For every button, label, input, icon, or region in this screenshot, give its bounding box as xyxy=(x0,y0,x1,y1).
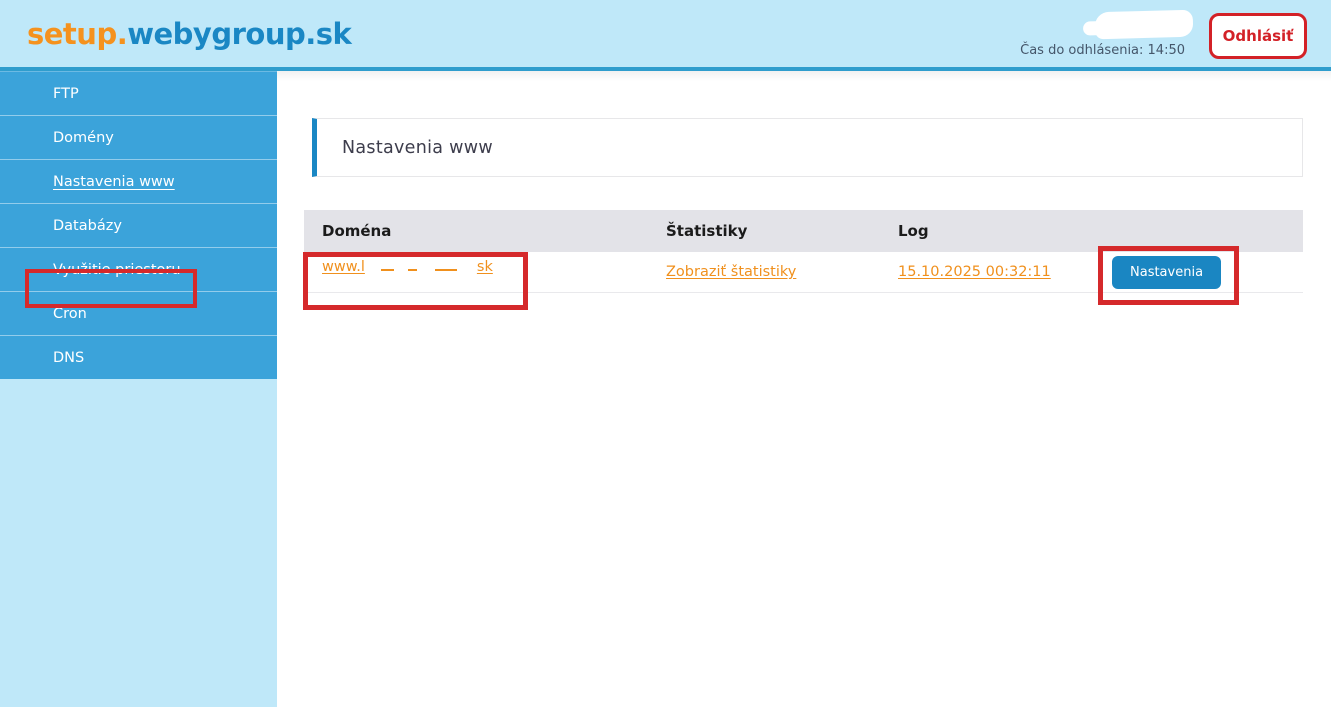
column-header-domain: Doména xyxy=(304,222,648,240)
domains-table: Doména Štatistiky Log www.l sk Zobraziť š… xyxy=(304,210,1303,293)
redacted-username xyxy=(1095,10,1194,40)
logo-suffix: webygroup.sk xyxy=(127,17,351,51)
domain-suffix: sk xyxy=(477,259,493,275)
log-cell: 15.10.2025 00:32:11 xyxy=(880,264,1090,280)
sidebar-nav: E-mail ▼ Domény a hosting ▲ FTP Domény N… xyxy=(0,71,277,707)
log-timestamp-link[interactable]: 15.10.2025 00:32:11 xyxy=(898,264,1051,280)
domain-prefix: www.l xyxy=(322,259,365,275)
sidebar-item-databazy[interactable]: Databázy xyxy=(0,203,277,247)
main-content: Nastavenia www Doména Štatistiky Log www… xyxy=(277,71,1331,707)
table-header-row: Doména Štatistiky Log xyxy=(304,210,1303,252)
redacted-domain-segment xyxy=(365,269,477,285)
sidebar-item-nastavenia-www[interactable]: Nastavenia www xyxy=(0,159,277,203)
column-header-stats: Štatistiky xyxy=(648,222,880,240)
sidebar-item-label: Využitie priestoru xyxy=(53,262,181,278)
stats-cell: Zobraziť štatistiky xyxy=(648,264,880,280)
column-header-log: Log xyxy=(880,222,1090,240)
actions-cell: Nastavenia xyxy=(1090,256,1303,289)
sidebar-item-vyuzitie-priestoru[interactable]: Využitie priestoru xyxy=(0,247,277,291)
sidebar-item-label: Nastavenia www xyxy=(53,174,175,190)
session-countdown: Čas do odhlásenia: 14:50 xyxy=(1020,43,1185,58)
logout-button[interactable]: Odhlásiť xyxy=(1209,13,1307,59)
sidebar-item-label: Domény xyxy=(53,130,114,146)
site-logo[interactable]: setup.webygroup.sk xyxy=(27,17,351,51)
show-statistics-link[interactable]: Zobraziť štatistiky xyxy=(666,264,796,280)
top-header: setup.webygroup.sk Čas do odhlásenia: 14… xyxy=(0,0,1331,71)
sidebar-item-label: DNS xyxy=(53,350,84,366)
sidebar-item-label: Cron xyxy=(53,306,87,322)
sidebar-item-label: FTP xyxy=(53,86,79,102)
table-row: www.l sk Zobraziť štatistiky 15.10.2025 0… xyxy=(304,252,1303,293)
sidebar-item-ftp[interactable]: FTP xyxy=(0,71,277,115)
page: setup.webygroup.sk Čas do odhlásenia: 14… xyxy=(0,0,1331,707)
sidebar-item-domeny[interactable]: Domény xyxy=(0,115,277,159)
page-title: Nastavenia www xyxy=(342,138,493,158)
sidebar-item-label: Databázy xyxy=(53,218,122,234)
sidebar-item-cron[interactable]: Cron xyxy=(0,291,277,335)
page-title-card: Nastavenia www xyxy=(312,118,1303,177)
sidebar-footer-strip xyxy=(0,379,277,707)
settings-button[interactable]: Nastavenia xyxy=(1112,256,1221,289)
logo-prefix: setup. xyxy=(27,17,127,51)
domain-cell: www.l sk xyxy=(304,259,648,285)
sidebar-item-dns[interactable]: DNS xyxy=(0,335,277,379)
domain-link[interactable]: www.l sk xyxy=(322,259,493,285)
